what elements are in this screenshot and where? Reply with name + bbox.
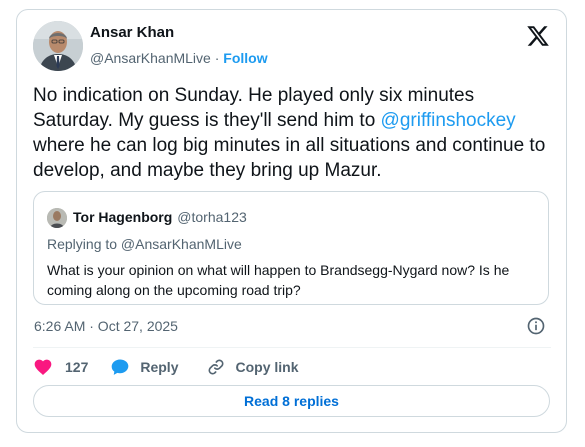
separator-dot: · [214, 50, 220, 66]
read-replies-button[interactable]: Read 8 replies [33, 385, 550, 417]
author-name[interactable]: Ansar Khan [90, 24, 174, 41]
author-avatar[interactable] [33, 21, 83, 71]
quote-author-handle: @torha123 [177, 209, 247, 225]
tweet-timestamp[interactable]: 6:26 AM · Oct 27, 2025 [34, 318, 178, 334]
author-handle-line: @AnsarKhanMLive · Follow [90, 50, 268, 66]
info-icon[interactable] [526, 316, 546, 336]
link-icon [209, 359, 224, 375]
action-bar: 127 Reply Copy link [33, 354, 299, 380]
quoted-tweet[interactable]: Tor Hagenborg @torha123 Replying to @Ansa… [33, 191, 549, 305]
tweet-text-part2: where he can log big minutes in all situ… [33, 135, 546, 181]
like-button[interactable]: 127 [33, 357, 88, 377]
quote-text: What is your opinion on what will happen… [47, 262, 510, 298]
quote-author-name: Tor Hagenborg [73, 209, 173, 225]
quote-replying-to: Replying to @AnsarKhanMLive [47, 236, 242, 252]
x-logo-icon[interactable] [526, 24, 550, 48]
like-count: 127 [65, 359, 89, 375]
tweet-card: Ansar Khan @AnsarKhanMLive · Follow No i… [16, 9, 567, 433]
quote-author: Tor Hagenborg @torha123 [73, 209, 247, 225]
quote-avatar [47, 208, 67, 228]
read-replies-label: Read 8 replies [244, 393, 339, 409]
copy-link-label: Copy link [235, 359, 299, 375]
tweet-text: No indication on Sunday. He played only … [33, 83, 553, 183]
copy-link-button[interactable]: Copy link [206, 357, 299, 377]
divider [33, 347, 551, 348]
reply-label: Reply [140, 359, 179, 375]
speech-bubble-icon [112, 359, 129, 375]
reply-button[interactable]: Reply [110, 357, 178, 377]
heart-icon [34, 359, 52, 375]
mention-link[interactable]: @griffinshockey [381, 110, 516, 131]
follow-button[interactable]: Follow [223, 50, 267, 66]
author-handle[interactable]: @AnsarKhanMLive [90, 50, 211, 66]
